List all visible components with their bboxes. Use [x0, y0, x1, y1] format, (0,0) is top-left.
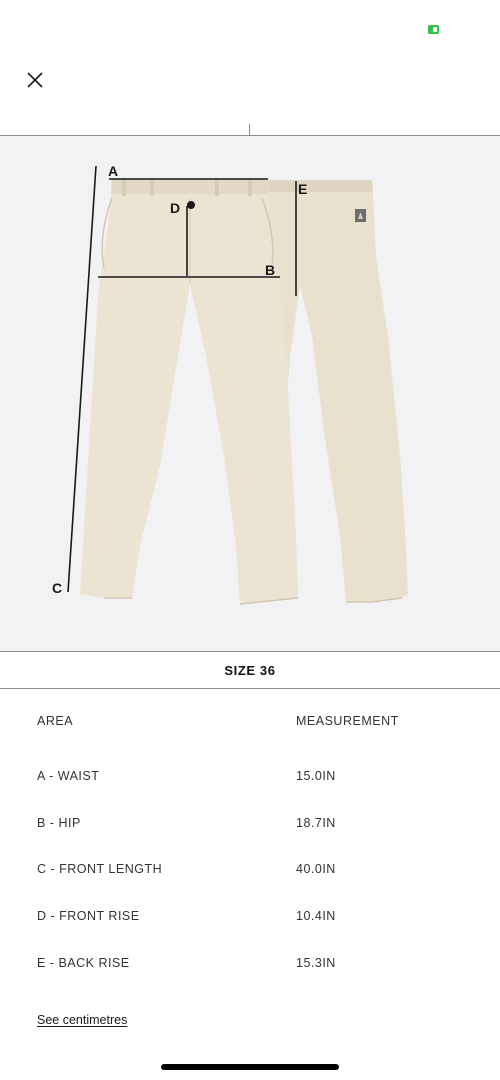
- label-e: E: [298, 181, 307, 197]
- divider-tick: [249, 124, 250, 135]
- row-measurement: 10.4IN: [296, 909, 336, 923]
- row-area: A - WAIST: [37, 769, 100, 783]
- label-a: A: [108, 163, 118, 179]
- size-guide-figure: A B C D E: [0, 136, 500, 651]
- see-centimetres-link[interactable]: See centimetres: [37, 1013, 127, 1027]
- pants-front-view: [80, 178, 299, 605]
- status-indicator: [428, 25, 439, 34]
- home-indicator[interactable]: [161, 1064, 339, 1070]
- row-measurement: 18.7IN: [296, 816, 336, 830]
- row-measurement: 40.0IN: [296, 862, 336, 876]
- header-area: AREA: [37, 714, 74, 728]
- row-measurement: 15.0IN: [296, 769, 336, 783]
- row-area: C - FRONT LENGTH: [37, 862, 163, 876]
- row-area: D - FRONT RISE: [37, 909, 140, 923]
- pants-measurement-diagram: A B C D E: [52, 163, 408, 605]
- row-area: B - HIP: [37, 816, 81, 830]
- label-d: D: [170, 200, 180, 216]
- row-measurement: 15.3IN: [296, 956, 336, 970]
- size-title: SIZE 36: [224, 662, 276, 678]
- label-b: B: [265, 262, 275, 278]
- row-area: E - BACK RISE: [37, 956, 130, 970]
- size-header: SIZE 36: [0, 651, 500, 689]
- close-button[interactable]: [24, 69, 46, 91]
- label-c: C: [52, 580, 62, 596]
- header-measurement: MEASUREMENT: [296, 714, 399, 728]
- close-icon: [27, 72, 43, 88]
